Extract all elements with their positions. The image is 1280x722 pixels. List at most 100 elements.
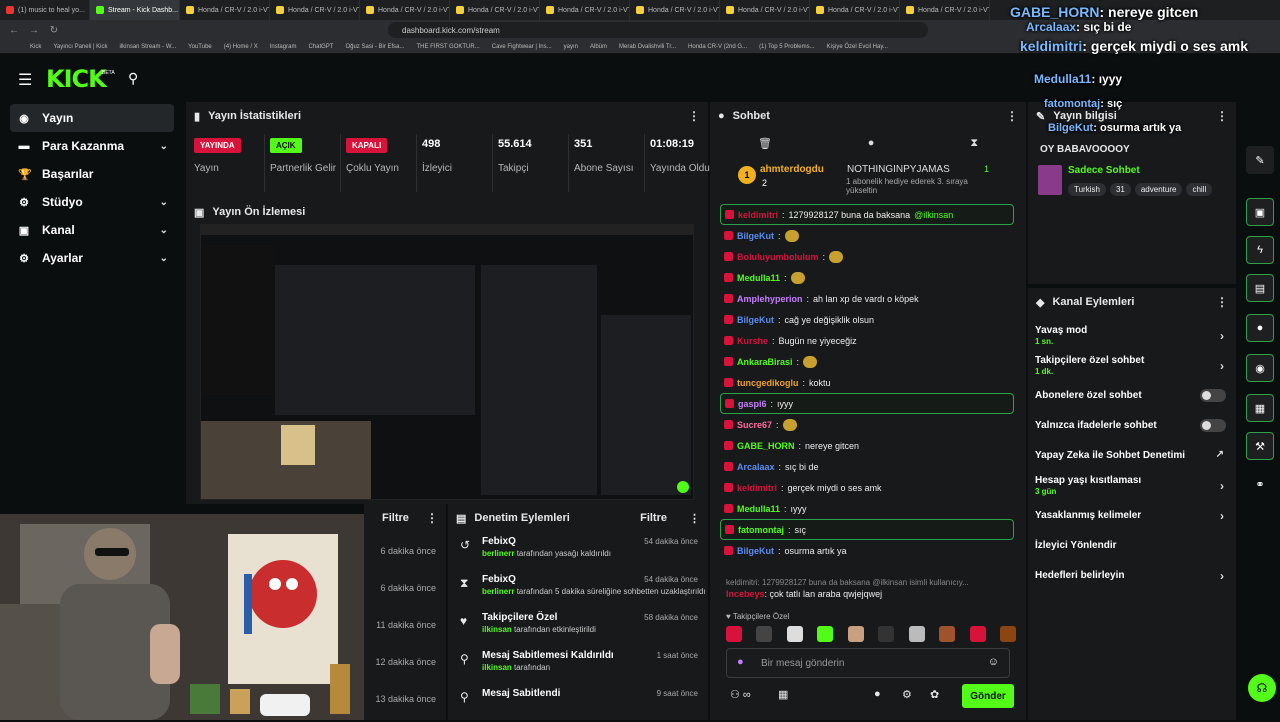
url-input[interactable]: dashboard.kick.com/stream: [388, 22, 928, 38]
browser-tab[interactable]: Honda / CR-V / 2.0 i-VTI: [810, 0, 900, 20]
bookmark-item[interactable]: ilkinsan Stream - W...: [119, 44, 176, 50]
activity-filter-button[interactable]: Filtre: [382, 512, 409, 524]
sidebar-item[interactable]: ◉ Yayın: [10, 104, 174, 132]
bookmark-item[interactable]: Instagram: [270, 44, 297, 50]
bookmark-item[interactable]: Merab Dvalishvili Tr...: [619, 44, 676, 50]
browser-tab[interactable]: Honda / CR-V / 2.0 i-VTI: [540, 0, 630, 20]
chat-more-icon[interactable]: ⋮: [1006, 109, 1018, 123]
bookmark-item[interactable]: YouTube: [188, 44, 212, 50]
channel-action-row[interactable]: Yalnızca ifadelerle sohbet: [1028, 410, 1236, 440]
chat-username[interactable]: keldimitri: [737, 483, 777, 493]
share-icon[interactable]: ⚭: [1246, 470, 1274, 498]
lightning-icon[interactable]: ϟ: [1246, 236, 1274, 264]
browser-tab[interactable]: Honda / CR-V / 2.0 i-VTI: [720, 0, 810, 20]
actions-more-icon[interactable]: ⋮: [1216, 295, 1228, 309]
chat-mention[interactable]: @ilkinsan: [914, 210, 953, 220]
chat-username[interactable]: tuncgedikoglu: [737, 378, 799, 388]
emote-icon[interactable]: [908, 626, 925, 642]
bookmark-item[interactable]: THE FIRST GOKTUR...: [417, 44, 480, 50]
browser-tab[interactable]: (1) music to heal yo...: [0, 0, 90, 20]
sidebar-item[interactable]: ▬ Para Kazanma ⌄: [10, 132, 174, 160]
channel-action-row[interactable]: Takipçilere özel sohbet 1 dk. ›: [1028, 350, 1236, 380]
wrench-icon[interactable]: ⚒: [1246, 432, 1274, 460]
bookmark-item[interactable]: Yayıncı Paneli | Kick: [53, 44, 107, 50]
chat-username[interactable]: gaspi6: [738, 399, 767, 409]
chat-username[interactable]: BilgeKut: [737, 231, 774, 241]
moderator-name[interactable]: ilkinsan: [482, 625, 512, 634]
emote-icon[interactable]: [939, 626, 956, 642]
send-button[interactable]: Gönder: [962, 684, 1014, 708]
kick-logo[interactable]: KICK: [46, 65, 107, 93]
video-rail-icon[interactable]: ▦: [1246, 394, 1274, 422]
emote-icon[interactable]: [969, 626, 986, 642]
channel-action-row[interactable]: Hesap yaşı kısıtlaması 3 gün ›: [1028, 470, 1236, 500]
channel-action-row[interactable]: Abonelere özel sohbet: [1028, 380, 1236, 410]
moderation-row[interactable]: ⧗ FebixQ berlinerr tarafından 5 dakika sür…: [448, 570, 708, 608]
chat-username[interactable]: fatomontaj: [738, 525, 784, 535]
channel-action-row[interactable]: Yapay Zeka ile Sohbet Denetimi ↗: [1028, 440, 1236, 470]
emoji-icon[interactable]: ☺: [988, 656, 999, 668]
browser-tab[interactable]: Honda / CR-V / 2.0 i-VTI: [630, 0, 720, 20]
emote-icon[interactable]: [847, 626, 864, 642]
gift-icon[interactable]: ▦: [778, 688, 788, 701]
tag-chip[interactable]: Turkish: [1068, 183, 1106, 196]
bookmark-item[interactable]: ChatGPT: [308, 44, 333, 50]
sidebar-item[interactable]: ⚙ Stüdyo ⌄: [10, 188, 174, 216]
chat-username[interactable]: Kurshe: [737, 336, 768, 346]
document-icon[interactable]: ▤: [1246, 274, 1274, 302]
emote-icon[interactable]: [878, 626, 895, 642]
activity-more-icon[interactable]: ⋮: [426, 511, 438, 525]
bookmark-item[interactable]: (1) Top 5 Problems...: [759, 44, 815, 50]
emote-icon[interactable]: [817, 626, 834, 642]
support-chat-icon[interactable]: ☊: [1248, 674, 1276, 702]
edit-icon[interactable]: ✎: [1246, 146, 1274, 174]
moderation-filter-button[interactable]: Filtre: [640, 512, 667, 524]
emote-icon[interactable]: [999, 626, 1016, 642]
browser-tab[interactable]: Stream - Kick Dashb...: [90, 0, 180, 20]
chat-username[interactable]: Amplehyperion: [737, 294, 803, 304]
chat-settings-icons[interactable]: ⚇ ∞: [730, 688, 751, 701]
channel-action-row[interactable]: Hedefleri belirleyin ›: [1028, 560, 1236, 590]
chat-bubble-icon[interactable]: ●: [868, 137, 875, 149]
chat-username[interactable]: Sucre67: [737, 420, 772, 430]
hourglass-icon[interactable]: ⧗: [970, 137, 978, 150]
emote-picker-icon[interactable]: ✿: [930, 688, 939, 701]
bookmark-item[interactable]: (4) Home / X: [224, 44, 258, 50]
info-more-icon[interactable]: ⋮: [1216, 109, 1228, 123]
emote-icon[interactable]: [726, 626, 742, 642]
stats-more-icon[interactable]: ⋮: [688, 109, 700, 123]
bookmark-item[interactable]: Oğuz Sasi - Bir Efsa...: [345, 44, 404, 50]
pin-icon[interactable]: ⚲: [128, 70, 138, 87]
second-gifter-name[interactable]: NOTHINGINPYJAMAS: [847, 164, 950, 175]
chat-username[interactable]: keldimitri: [738, 210, 778, 220]
top-gifter-name[interactable]: ahmterdogdu: [760, 164, 824, 175]
screenshot-icon[interactable]: ▣: [1246, 198, 1274, 226]
chat-username[interactable]: BilgeKut: [737, 546, 774, 556]
chat-bubble-small-icon[interactable]: ●: [874, 688, 881, 700]
toggle-switch[interactable]: [1200, 389, 1226, 402]
moderation-row[interactable]: ⚲ Mesaj Sabitlendi 9 saat önce: [448, 684, 708, 722]
bookmark-item[interactable]: Kick: [30, 44, 41, 50]
bookmark-item[interactable]: Cave Fightwear | Ins...: [492, 44, 552, 50]
browser-tab[interactable]: Honda / CR-V / 2.0 i-VTI: [900, 0, 990, 20]
reload-icon[interactable]: ↻: [48, 25, 60, 36]
moderator-name[interactable]: berlinerr: [482, 587, 514, 596]
channel-action-row[interactable]: İzleyici Yönlendir: [1028, 530, 1236, 560]
trash-icon[interactable]: 🗑: [758, 137, 772, 150]
browser-tab[interactable]: Honda / CR-V / 2.0 i-VTI: [450, 0, 540, 20]
category-name[interactable]: Sadece Sohbet: [1068, 165, 1140, 176]
bookmark-item[interactable]: Honda CR-V (2nd G...: [688, 44, 747, 50]
gear-icon[interactable]: ⚙: [902, 688, 912, 701]
browser-tab[interactable]: Honda / CR-V / 2.0 i-VTI: [270, 0, 360, 20]
browser-tab[interactable]: Honda / CR-V / 2.0 i-VTI: [360, 0, 450, 20]
tag-chip[interactable]: 31: [1109, 183, 1131, 196]
toggle-switch[interactable]: [1200, 419, 1226, 432]
back-icon[interactable]: ←: [8, 25, 20, 36]
moderator-name[interactable]: berlinerr: [482, 549, 514, 558]
browser-tab[interactable]: Honda / CR-V / 2.0 i-VTI: [180, 0, 270, 20]
sidebar-item[interactable]: 🏆 Başarılar: [10, 160, 174, 188]
chat-username[interactable]: Incebeys: [726, 589, 765, 599]
microphone-icon[interactable]: ●: [737, 656, 744, 668]
emote-icon[interactable]: [756, 626, 773, 642]
moderation-more-icon[interactable]: ⋮: [689, 512, 700, 525]
